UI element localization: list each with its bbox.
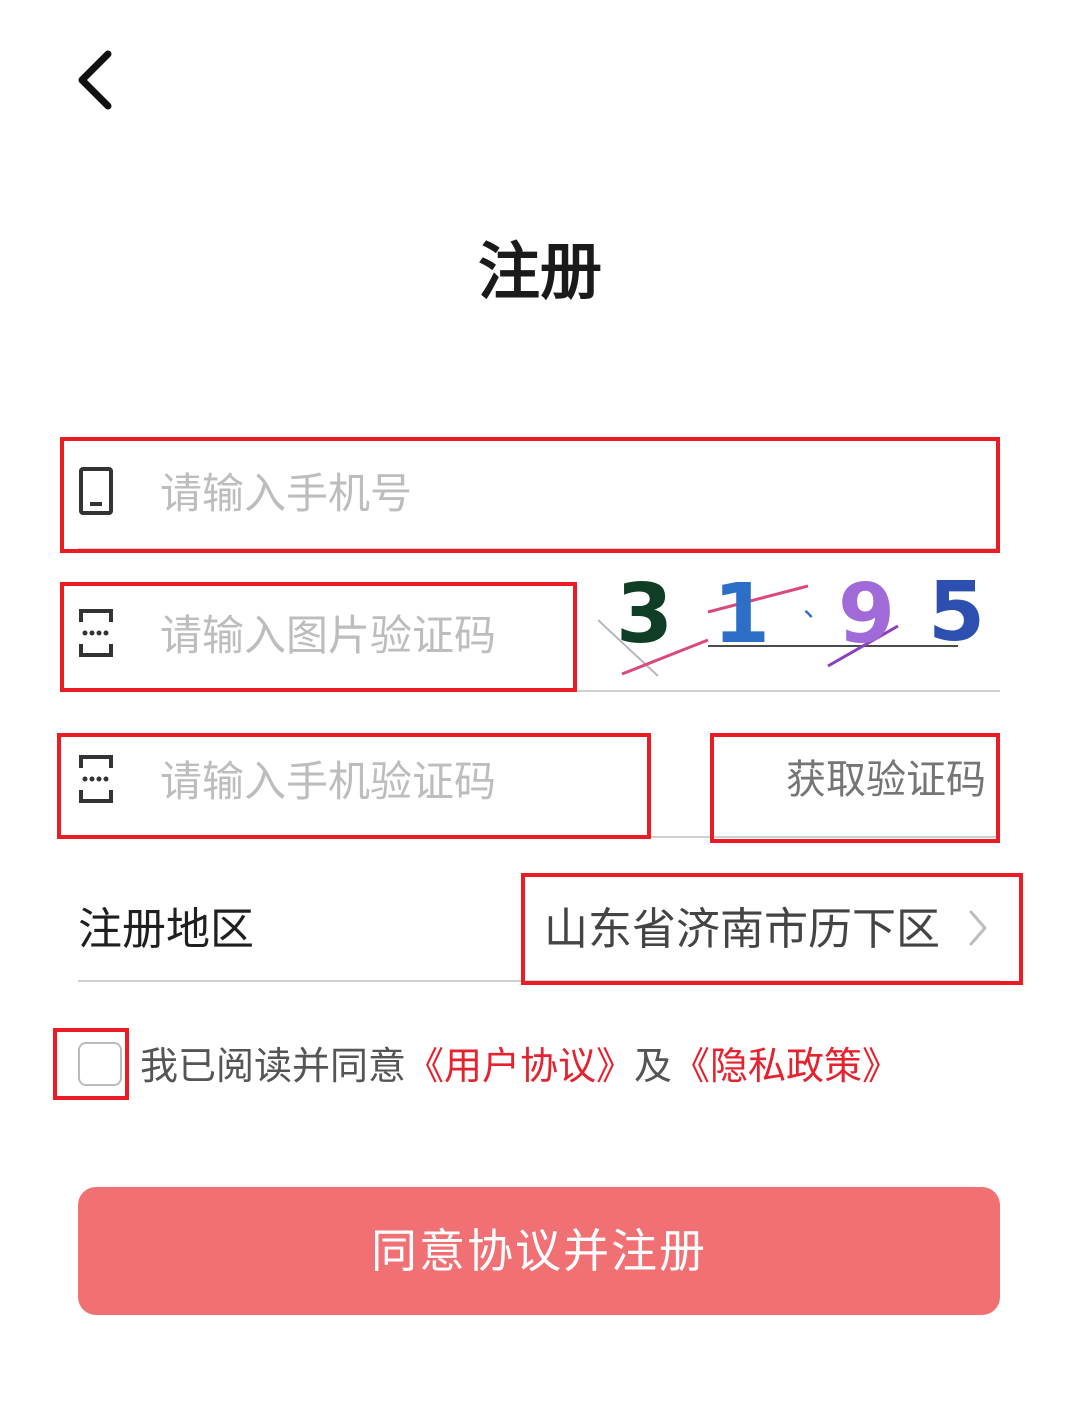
chevron-left-icon [78,50,112,110]
svg-text:9: 9 [838,574,895,662]
svg-text:5: 5 [928,574,985,660]
agreement-prefix: 我已阅读并同意 [140,1044,407,1088]
phone-input[interactable] [160,458,960,528]
svg-text:1: 1 [713,574,770,662]
captcha-input[interactable] [160,600,600,670]
page-title: 注册 [477,235,602,308]
region-row: 注册地区 山东省济南市历下区 [78,872,1000,982]
get-code-button[interactable]: 获取验证码 [786,750,986,810]
register-button[interactable]: 同意协议并注册 [78,1187,1000,1315]
code-input-icon [78,608,114,658]
back-button[interactable] [60,40,140,120]
agreement-text: 我已阅读并同意《用户协议》及《隐私政策》 [140,1036,900,1096]
register-screen: 注册 请输入手机号 请输入图片验证码 3 1 、 9 5 请输入手机验证码 获取… [0,0,1080,1406]
privacy-policy-link[interactable]: 《隐私政策》 [672,1044,900,1088]
captcha-image[interactable]: 3 1 、 9 5 [597,565,1000,682]
phone-row [78,440,1000,550]
code-input-icon [78,754,114,804]
sms-row: 获取验证码 [78,728,1000,838]
region-value: 山东省济南市历下区 [544,904,940,955]
agreement-conjunction: 及 [634,1044,673,1088]
phone-icon [78,466,114,516]
user-agreement-link[interactable]: 《用户协议》 [406,1044,634,1088]
region-label: 注册地区 [78,904,254,955]
chevron-right-icon [966,908,990,952]
region-select[interactable]: 山东省济南市历下区 [522,872,1000,980]
svg-text:、: 、 [803,590,831,623]
svg-text:3: 3 [616,574,673,662]
agree-checkbox[interactable] [78,1042,122,1086]
sms-code-input[interactable] [160,746,660,816]
captcha-row: 3 1 、 9 5 [78,565,1000,692]
